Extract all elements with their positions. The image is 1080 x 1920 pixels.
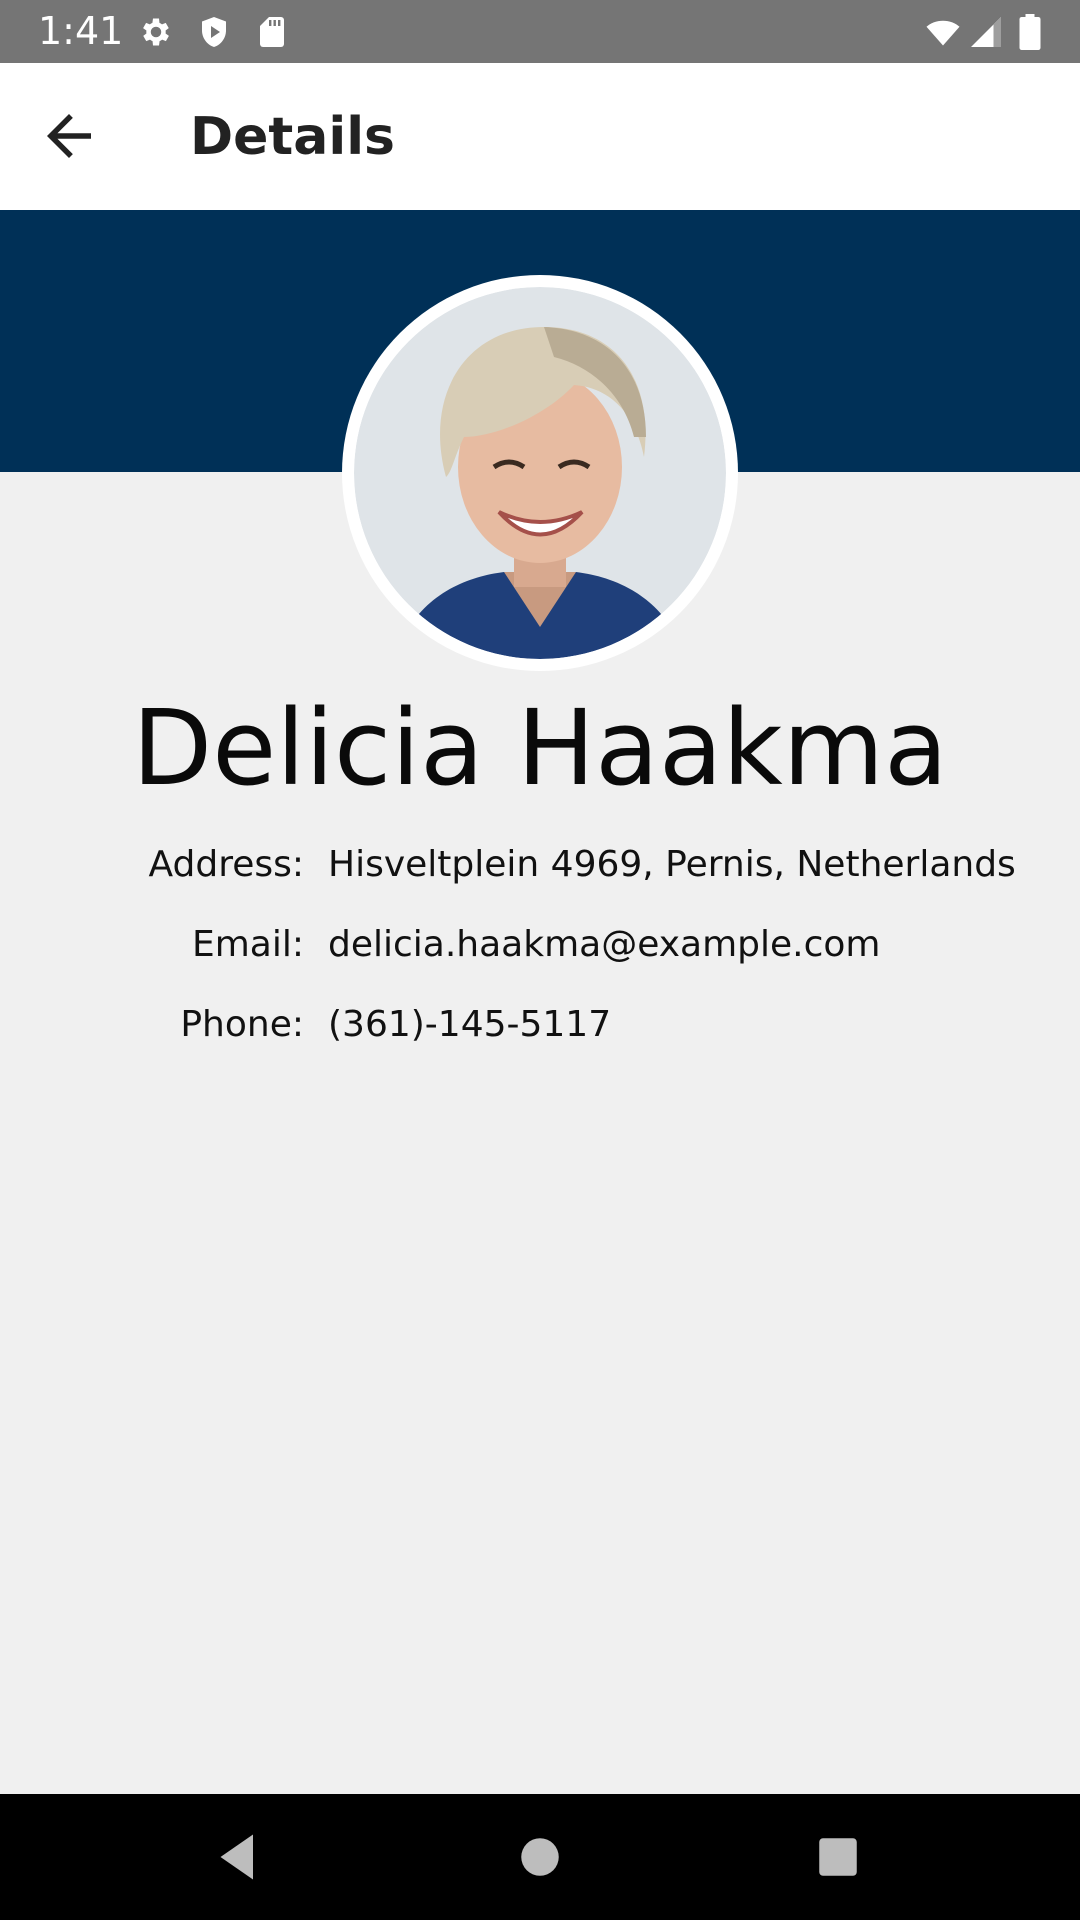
wifi-icon <box>922 14 964 50</box>
recents-square-icon <box>819 1838 857 1876</box>
avatar <box>342 275 738 671</box>
email-label: Email: <box>191 924 304 965</box>
page-title: Details <box>190 107 395 167</box>
app-bar: Details <box>0 63 1080 210</box>
sd-card-icon <box>254 14 290 50</box>
nav-recents-button[interactable] <box>808 1827 868 1887</box>
nav-home-button[interactable] <box>510 1827 570 1887</box>
phone-value: (361)-145-5117 <box>328 1004 612 1045</box>
address-value: Hisveltplein 4969, Pernis, Netherlands <box>328 844 1016 885</box>
address-row: Address: Hisveltplein 4969, Pernis, Neth… <box>0 835 1080 895</box>
cell-signal-icon <box>968 14 1004 50</box>
phone-label: Phone: <box>180 1004 304 1045</box>
profile-photo <box>354 287 726 659</box>
back-triangle-icon <box>220 1834 253 1880</box>
system-nav-bar <box>0 1794 1080 1920</box>
nav-back-button[interactable] <box>208 1827 268 1887</box>
gear-icon <box>138 14 174 50</box>
status-time: 1:41 <box>38 9 124 53</box>
back-button[interactable] <box>36 103 102 169</box>
battery-icon <box>1016 14 1044 50</box>
address-label: Address: <box>148 844 305 885</box>
person-name: Delicia Haakma <box>132 687 948 809</box>
home-circle-icon <box>521 1838 559 1876</box>
email-row: Email: delicia.haakma@example.com <box>0 915 1080 975</box>
email-value: delicia.haakma@example.com <box>328 924 881 965</box>
arrow-back-icon <box>47 114 91 158</box>
status-bar: 1:41 <box>0 0 1080 63</box>
shield-icon <box>196 14 232 50</box>
phone-row: Phone: (361)-145-5117 <box>0 995 1080 1055</box>
